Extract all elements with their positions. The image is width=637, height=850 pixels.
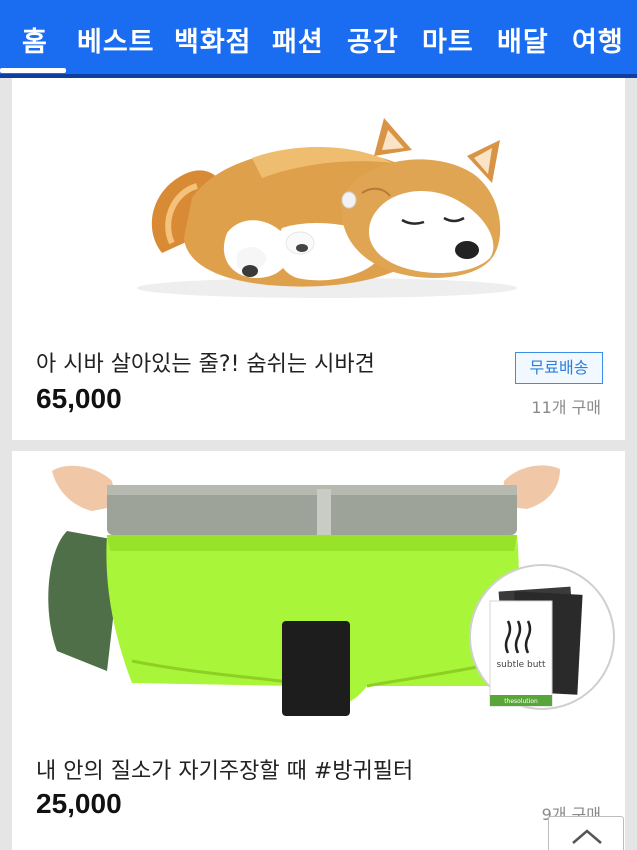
chevron-up-icon: [572, 829, 602, 844]
tab-delivery[interactable]: 배달: [497, 20, 549, 59]
product-card[interactable]: subtle butt thesolution 내 안의 질소가 자기주장할 때…: [12, 451, 625, 850]
tab-department-store[interactable]: 백화점: [174, 20, 252, 59]
product-title[interactable]: 아 시바 살아있는 줄?! 숨쉬는 시바견: [36, 346, 375, 378]
inset-maker-text: thesolution: [504, 698, 538, 705]
active-tab-indicator: [0, 68, 66, 73]
product-price: 65,000: [36, 383, 122, 414]
tab-space[interactable]: 공간: [347, 20, 399, 59]
tab-mart[interactable]: 마트: [422, 20, 474, 59]
inset-brand-text: subtle butt: [496, 660, 545, 670]
product-price: 25,000: [36, 788, 122, 819]
free-shipping-badge: 무료배송: [515, 352, 603, 384]
tab-home[interactable]: 홈: [22, 20, 48, 59]
top-category-nav: 홈 베스트 백화점 패션 공간 마트 배달 여행: [0, 0, 637, 78]
scroll-to-top-button[interactable]: [548, 816, 624, 850]
product-image-shiba[interactable]: [12, 78, 625, 328]
product-card[interactable]: 아 시바 살아있는 줄?! 숨쉬는 시바견 65,000 무료배송 11개 구매: [12, 78, 625, 440]
product-title[interactable]: 내 안의 질소가 자기주장할 때 #방귀필터: [36, 753, 413, 785]
tab-travel[interactable]: 여행: [572, 20, 624, 59]
tab-best[interactable]: 베스트: [77, 20, 155, 59]
product-image-boxer[interactable]: subtle butt thesolution: [12, 451, 625, 741]
tab-fashion[interactable]: 패션: [272, 20, 324, 59]
purchase-count: 11개 구매: [531, 398, 601, 417]
